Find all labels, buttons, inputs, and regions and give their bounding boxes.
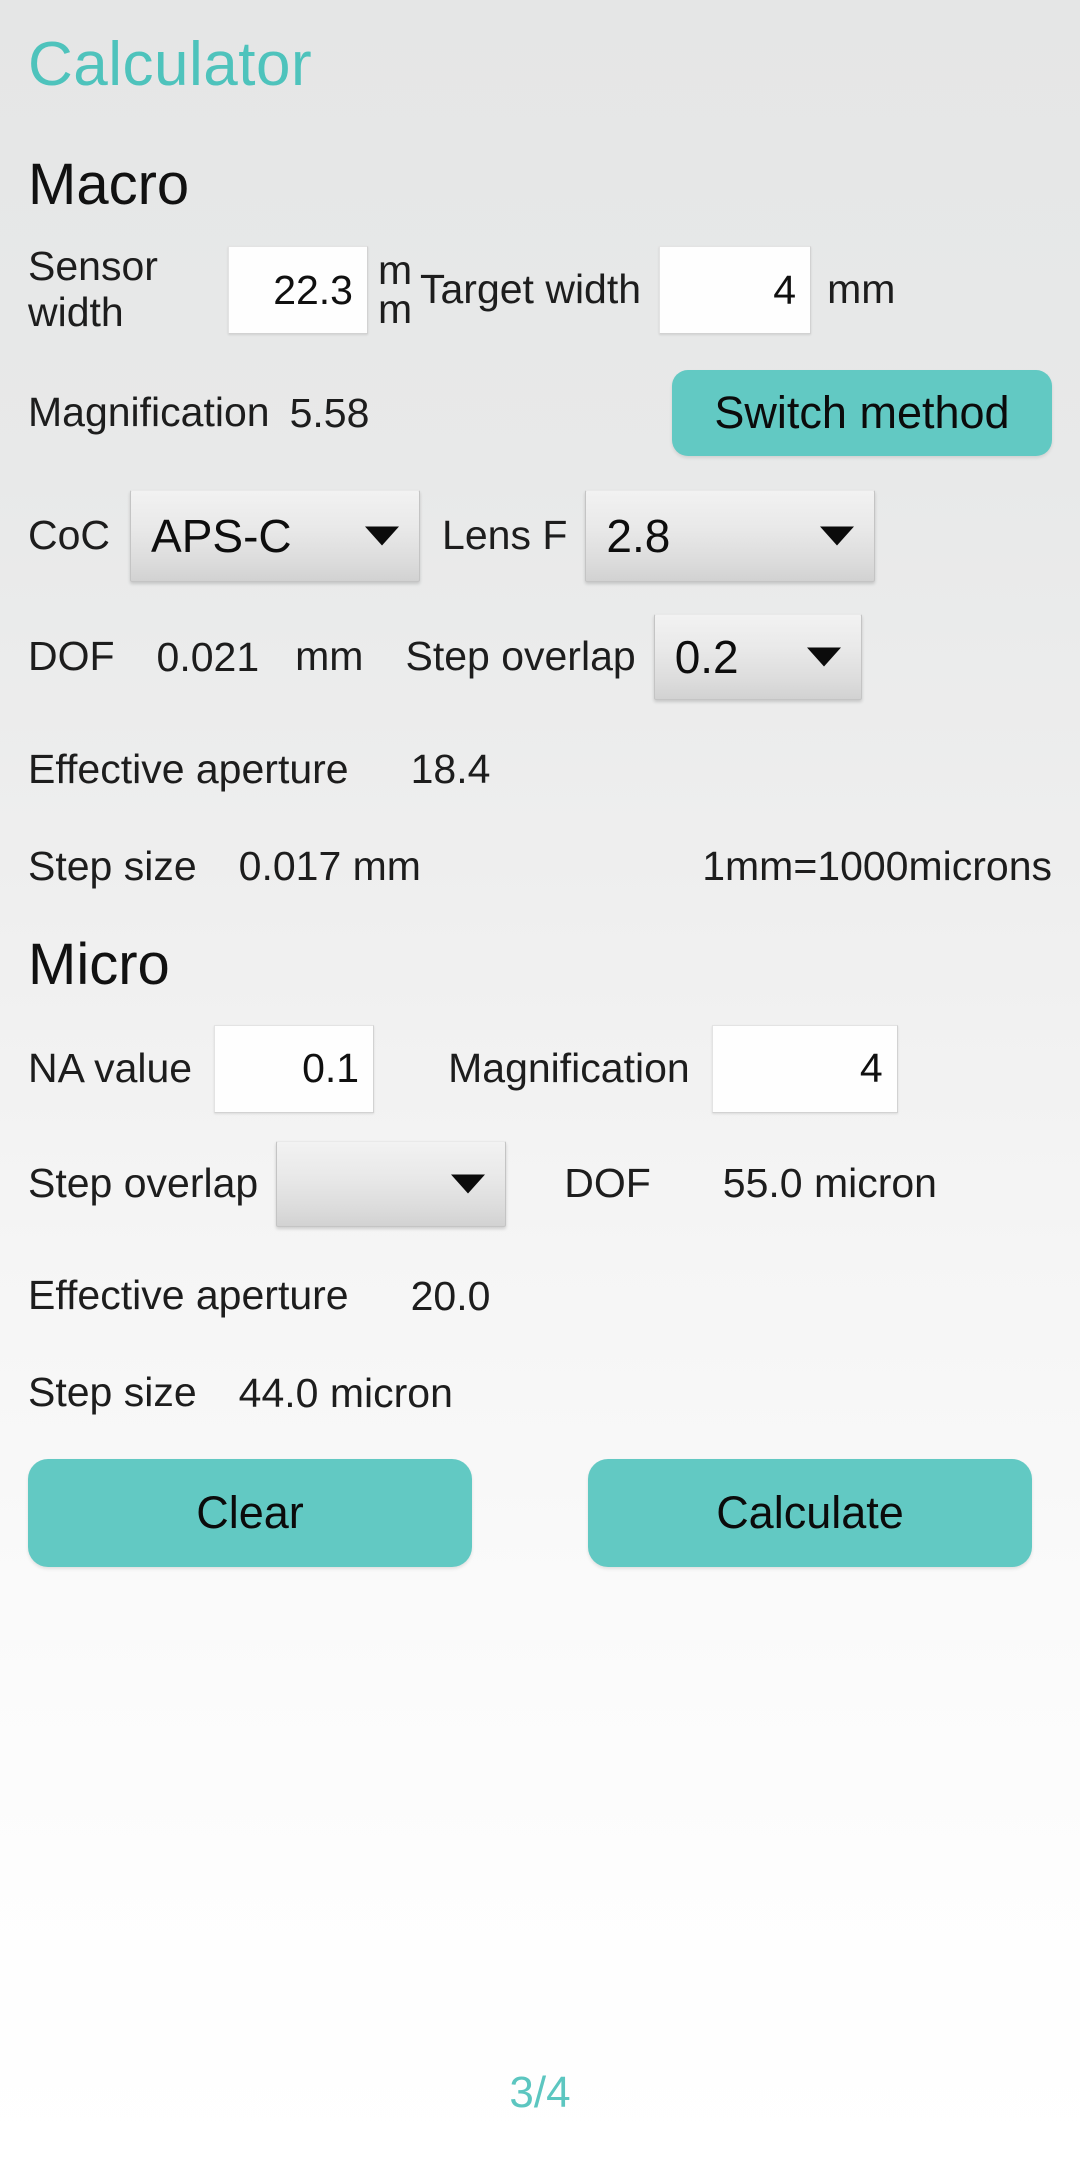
calculator-screen: Calculator Macro Sensor width 22.3 mm Ta…: [0, 0, 1080, 2160]
chevron-down-icon: [820, 526, 855, 546]
na-value-input[interactable]: 0.1: [214, 1024, 375, 1113]
macro-step-overlap-label: Step overlap: [405, 633, 636, 680]
clear-button[interactable]: Clear: [28, 1458, 472, 1567]
micro-section-heading: Micro: [28, 932, 170, 997]
macro-step-size-row: Step size 0.017 mm 1mm=1000microns: [28, 843, 1052, 890]
switch-method-button[interactable]: Switch method: [672, 370, 1052, 456]
macro-magnification-row: Magnification 5.58 Switch method: [28, 370, 1052, 456]
macro-magnification-value: 5.58: [289, 389, 370, 436]
macro-dof-label: DOF: [28, 633, 115, 680]
action-buttons-row: Clear Calculate: [28, 1458, 1052, 1567]
macro-effective-aperture-row: Effective aperture 18.4: [28, 746, 1052, 793]
lens-f-label: Lens F: [442, 512, 568, 559]
chevron-down-icon: [365, 526, 400, 546]
target-width-input[interactable]: 4: [659, 246, 812, 335]
macro-coc-lensf-row: CoC APS-C Lens F 2.8: [28, 490, 1052, 582]
micro-effective-aperture-value: 20.0: [410, 1272, 491, 1319]
micro-step-size-value: 44.0 micron: [238, 1369, 453, 1416]
macro-magnification-label: Magnification: [28, 389, 270, 436]
macro-step-size-label: Step size: [28, 842, 197, 889]
micro-step-size-label: Step size: [28, 1369, 197, 1416]
micro-magnification-label: Magnification: [448, 1044, 690, 1091]
macro-dof-stepoverlap-row: DOF 0.021 mm Step overlap 0.2: [28, 614, 1052, 700]
lens-f-dropdown-value: 2.8: [606, 510, 671, 562]
macro-effective-aperture-value: 18.4: [410, 746, 491, 792]
macro-section-heading: Macro: [28, 151, 190, 217]
page-indicator: 3/4: [509, 2068, 571, 2117]
macro-sensor-target-row: Sensor width 22.3 mm Target width 4 mm: [28, 243, 1052, 336]
micro-step-overlap-label: Step overlap: [28, 1159, 259, 1206]
micro-effective-aperture-label: Effective aperture: [28, 1272, 349, 1319]
macro-dof-value: 0.021: [156, 633, 260, 680]
na-value-label: NA value: [28, 1044, 193, 1091]
micro-dof-value: 55.0 micron: [722, 1160, 937, 1207]
page-title: Calculator: [28, 30, 313, 99]
macro-step-overlap-dropdown[interactable]: 0.2: [653, 614, 862, 700]
micro-stepoverlap-dof-row: Step overlap DOF 55.0 micron: [28, 1140, 1052, 1227]
micro-dof-label: DOF: [564, 1159, 651, 1206]
micro-step-size-row: Step size 44.0 micron: [28, 1369, 1052, 1417]
sensor-width-unit: mm: [378, 246, 413, 333]
micro-step-overlap-dropdown[interactable]: [276, 1140, 507, 1227]
coc-dropdown-value: APS-C: [151, 510, 292, 562]
coc-label: CoC: [28, 512, 111, 559]
chevron-down-icon: [451, 1174, 486, 1194]
target-width-label: Target width: [420, 266, 642, 313]
micro-effective-aperture-row: Effective aperture 20.0: [28, 1272, 1052, 1320]
lens-f-dropdown[interactable]: 2.8: [585, 490, 876, 582]
macro-effective-aperture-label: Effective aperture: [28, 745, 349, 792]
micro-na-magnification-row: NA value 0.1 Magnification 4: [28, 1024, 1052, 1113]
chevron-down-icon: [806, 647, 841, 667]
sensor-width-label: Sensor width: [28, 243, 158, 336]
micro-magnification-input[interactable]: 4: [711, 1024, 898, 1113]
target-width-unit: mm: [827, 266, 896, 313]
sensor-width-input[interactable]: 22.3: [228, 246, 368, 335]
macro-step-overlap-value: 0.2: [674, 631, 739, 683]
conversion-note: 1mm=1000microns: [702, 843, 1052, 889]
calculate-button[interactable]: Calculate: [588, 1458, 1032, 1567]
macro-dof-unit: mm: [295, 633, 364, 680]
macro-step-size-value: 0.017 mm: [238, 843, 421, 889]
coc-dropdown[interactable]: APS-C: [130, 490, 421, 582]
